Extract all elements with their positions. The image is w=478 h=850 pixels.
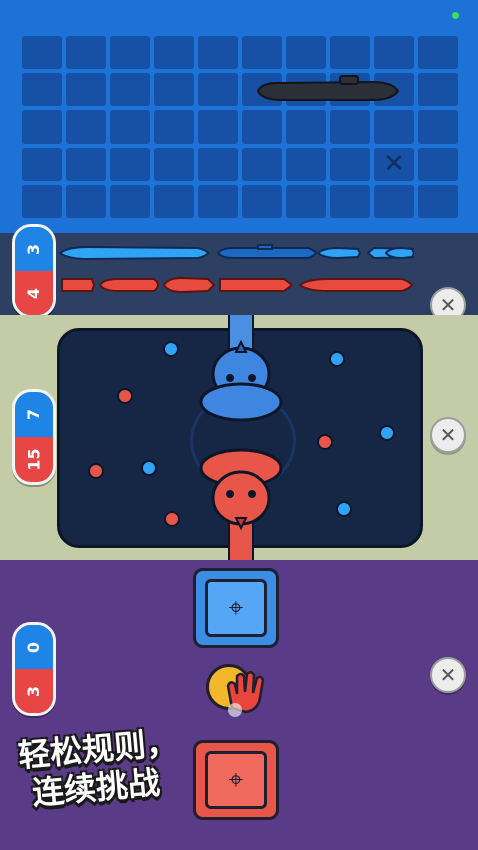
blue-score: 7 <box>15 392 53 437</box>
grid-cell[interactable] <box>22 36 62 70</box>
grid-cell[interactable] <box>110 110 150 144</box>
grid-cell[interactable] <box>66 184 106 218</box>
grid-cell[interactable] <box>198 73 238 107</box>
board-score-pill: 7 15 <box>12 389 56 485</box>
red-hippo-icon[interactable] <box>196 448 286 548</box>
grid-cell[interactable] <box>66 110 106 144</box>
blue-score: 0 <box>15 625 53 669</box>
grid-cell[interactable] <box>330 36 370 70</box>
red-marble <box>164 511 180 527</box>
grid-cell[interactable] <box>418 184 458 218</box>
grid-cell[interactable] <box>22 110 62 144</box>
grid-cell[interactable] <box>154 184 194 218</box>
blue-marble <box>336 501 352 517</box>
grid-cell[interactable] <box>154 110 194 144</box>
fleet-ships <box>58 244 414 294</box>
blue-ship-1 <box>58 245 210 261</box>
blue-score: 3 <box>15 227 53 271</box>
red-ship-2 <box>98 278 160 292</box>
red-marble <box>317 434 333 450</box>
grid-cell[interactable] <box>242 147 282 181</box>
status-indicator <box>452 12 459 19</box>
close-button[interactable]: ✕ <box>430 657 466 693</box>
tap-indicator <box>228 703 242 717</box>
grid-cell[interactable] <box>110 147 150 181</box>
grid-cell[interactable] <box>330 110 370 144</box>
red-marble <box>88 463 104 479</box>
red-score: 3 <box>15 669 53 713</box>
grid-cell[interactable] <box>418 147 458 181</box>
grid-cell[interactable] <box>110 36 150 70</box>
grid-cell[interactable] <box>330 184 370 218</box>
red-ship-4 <box>219 278 294 292</box>
miss-mark[interactable]: ✕ <box>374 147 414 181</box>
grid-cell[interactable] <box>374 36 414 70</box>
close-icon: ✕ <box>439 423 457 447</box>
grid-cell[interactable] <box>198 147 238 181</box>
target-icon: ⌖ <box>228 592 244 623</box>
grid-cell[interactable] <box>198 110 238 144</box>
grid-cell[interactable] <box>374 110 414 144</box>
grid-cell[interactable] <box>330 147 370 181</box>
fleet-score-pill: 3 4 <box>12 224 56 318</box>
grid-cell[interactable] <box>418 36 458 70</box>
battleship-grid[interactable]: ✕ <box>22 36 458 218</box>
grid-cell[interactable] <box>66 73 106 107</box>
grid-cell[interactable] <box>110 73 150 107</box>
blue-hippo-icon[interactable] <box>196 322 286 422</box>
red-ship-5 <box>298 278 414 292</box>
grid-cell[interactable] <box>198 184 238 218</box>
grid-cell[interactable] <box>242 184 282 218</box>
grid-cell[interactable] <box>154 73 194 107</box>
blue-marble <box>329 351 345 367</box>
grid-cell[interactable] <box>286 36 326 70</box>
red-score: 15 <box>15 437 53 482</box>
grid-cell[interactable] <box>286 147 326 181</box>
blue-ship-3 <box>316 246 362 260</box>
target-icon: ⌖ <box>228 764 244 795</box>
blue-ship-5 <box>384 246 414 260</box>
red-marble <box>117 388 133 404</box>
blue-safe[interactable]: ⌖ <box>193 568 279 648</box>
safe-score-pill: 0 3 <box>12 622 56 716</box>
grid-cell[interactable] <box>418 110 458 144</box>
promo-slogan: 轻松规则， 连续挑战 <box>17 723 180 812</box>
grid-cell[interactable] <box>242 110 282 144</box>
grid-cell[interactable] <box>198 36 238 70</box>
blue-marble <box>163 341 179 357</box>
grid-cell[interactable] <box>66 147 106 181</box>
red-ship-3 <box>162 276 216 294</box>
blue-marble <box>379 425 395 441</box>
grid-cell[interactable] <box>22 147 62 181</box>
close-button[interactable]: ✕ <box>430 417 466 453</box>
grid-cell[interactable] <box>22 73 62 107</box>
blue-ship-2-tower <box>257 244 273 250</box>
red-safe[interactable]: ⌖ <box>193 740 279 820</box>
grid-cell[interactable] <box>286 184 326 218</box>
red-score: 4 <box>15 271 53 315</box>
red-ship-1 <box>61 278 96 292</box>
grid-cell[interactable] <box>418 73 458 107</box>
close-icon: ✕ <box>439 293 457 317</box>
grid-cell[interactable] <box>22 184 62 218</box>
grid-cell[interactable] <box>374 184 414 218</box>
grid-cell[interactable] <box>154 147 194 181</box>
grid-cell[interactable] <box>66 36 106 70</box>
close-icon: ✕ <box>439 663 457 687</box>
grid-cell[interactable] <box>154 36 194 70</box>
grid-cell[interactable] <box>286 110 326 144</box>
grid-cell[interactable] <box>110 184 150 218</box>
blue-marble <box>141 460 157 476</box>
sunk-submarine-icon <box>256 75 400 101</box>
grid-cell[interactable] <box>242 36 282 70</box>
